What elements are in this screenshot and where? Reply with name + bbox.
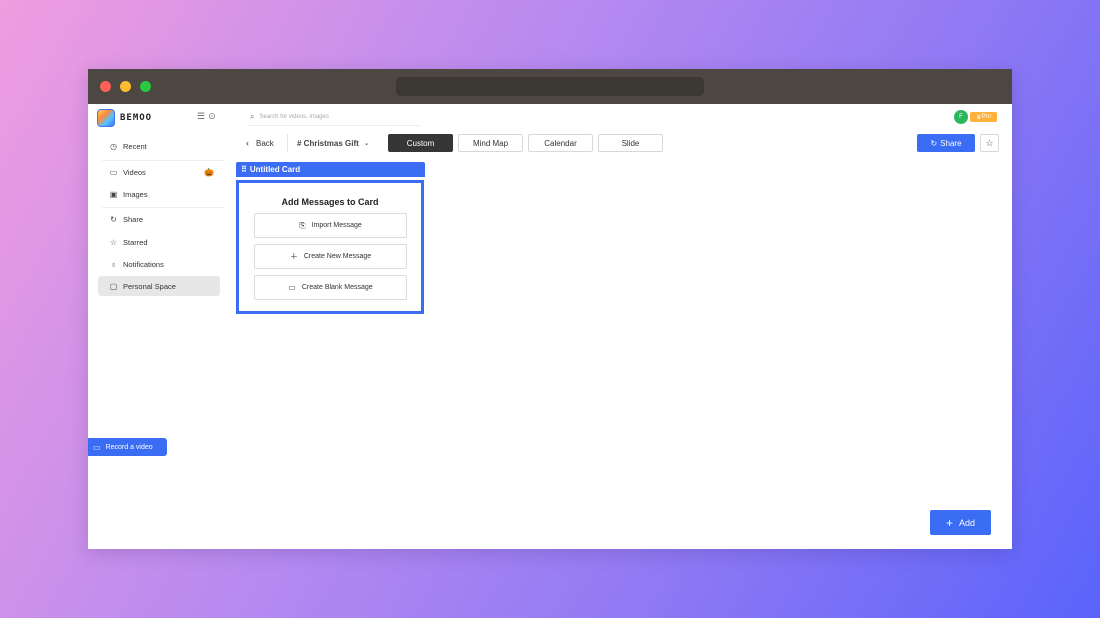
menu-icon[interactable]: ☰ [197,111,205,122]
card-body: Add Messages to Card ⎘ Import Message ＋ … [236,180,424,314]
maximize-window-button[interactable] [140,81,151,92]
tab-calendar[interactable]: Calendar [528,134,593,152]
search-icon: ⌕ [250,112,255,121]
christmas-ornament-icon: 🎃 [204,168,214,177]
video-icon: ▭ [109,168,118,177]
sidebar-item-recent[interactable]: ◷ Recent [98,137,220,156]
drag-handle-icon[interactable]: ⠿ [241,165,247,174]
toolbar-divider [287,134,288,152]
tab-mind-map[interactable]: Mind Map [458,134,523,152]
card-title: Untitled Card [249,165,301,174]
sidebar-item-label: Starred [123,238,148,247]
import-icon: ⎘ [299,220,306,230]
sidebar-item-share[interactable]: ↻ Share [98,210,220,229]
add-button[interactable]: + Add [930,510,991,535]
board-name: # Christmas Gift [297,138,359,148]
sidebar-item-label: Share [123,215,144,224]
share-icon: ↻ [930,138,938,148]
sidebar-divider [102,160,224,161]
blank-message-icon: ▭ [288,283,296,292]
address-bar[interactable] [396,77,704,96]
minimize-window-button[interactable] [120,81,131,92]
card-heading: Add Messages to Card [281,197,379,207]
app-logo[interactable]: BEMOO [97,109,152,127]
pro-badge[interactable]: ♛ Pro [970,112,997,122]
share-icon: ↻ [110,215,117,224]
chevron-down-icon: ⌄ [363,140,370,147]
board-name-dropdown[interactable]: # Christmas Gift ⌄ [297,136,370,150]
record-video-label: Record a video [105,443,153,451]
sidebar-item-personal-space[interactable]: ▢ Personal Space [98,276,220,296]
option-label: Create New Message [303,253,372,260]
option-label: Import Message [311,222,362,229]
folder-icon: ▢ [109,281,118,291]
video-camera-icon: ▭ [93,442,101,452]
sidebar-item-videos[interactable]: ▭ Videos 🎃 [98,163,220,182]
sidebar-item-label: Personal Space [123,281,176,291]
sidebar-item-label: Notifications [123,260,164,269]
avatar[interactable]: F [954,110,968,124]
collapse-sidebar-icon[interactable]: ⊙ [208,111,216,122]
search-bar[interactable]: ⌕ Search for videos, images [248,109,420,126]
star-icon: ☆ [985,137,994,148]
back-label: Back [256,138,274,148]
sidebar-controls: ☰ ⊙ [197,111,216,122]
sidebar-item-label: Recent [123,142,147,151]
chevron-left-icon: ‹ [246,138,249,148]
add-label: Add [959,517,976,528]
sidebar: BEMOO ☰ ⊙ ◷ Recent ▭ Videos 🎃 ▣ Images ↻… [88,104,228,549]
close-window-button[interactable] [100,81,111,92]
logo-text: BEMOO [120,113,153,123]
sidebar-divider [102,207,224,208]
share-label: Share [940,138,962,148]
sidebar-item-notifications[interactable]: ♁ Notifications [98,255,220,274]
pro-label: Pro [981,114,991,120]
plus-icon: + [945,515,953,530]
star-icon: ☆ [109,238,118,247]
bell-icon: ♁ [110,260,117,269]
import-message-button[interactable]: ⎘ Import Message [254,213,407,238]
favorite-button[interactable]: ☆ [980,134,999,152]
create-new-message-button[interactable]: ＋ Create New Message [254,244,407,269]
back-button[interactable]: ‹ Back [246,136,274,150]
logo-icon [97,109,115,127]
window-titlebar [88,69,1012,104]
plus-icon: ＋ [289,252,298,261]
sidebar-item-label: Videos [123,168,146,177]
share-button[interactable]: ↻ Share [917,134,975,152]
create-blank-message-button[interactable]: ▭ Create Blank Message [254,275,407,300]
card-header[interactable]: ⠿ Untitled Card [236,162,425,177]
tab-slide[interactable]: Slide [598,134,663,152]
option-label: Create Blank Message [301,284,373,291]
sidebar-item-label: Images [123,190,148,199]
image-icon: ▣ [109,190,118,199]
tab-custom[interactable]: Custom [388,134,453,152]
sidebar-item-images[interactable]: ▣ Images [98,185,220,204]
record-video-button[interactable]: ▭ Record a video [88,438,167,456]
search-input[interactable]: Search for videos, images [259,114,328,120]
browser-window: BEMOO ☰ ⊙ ◷ Recent ▭ Videos 🎃 ▣ Images ↻… [88,69,1012,549]
clock-icon: ◷ [110,142,117,151]
sidebar-item-starred[interactable]: ☆ Starred [98,233,220,252]
